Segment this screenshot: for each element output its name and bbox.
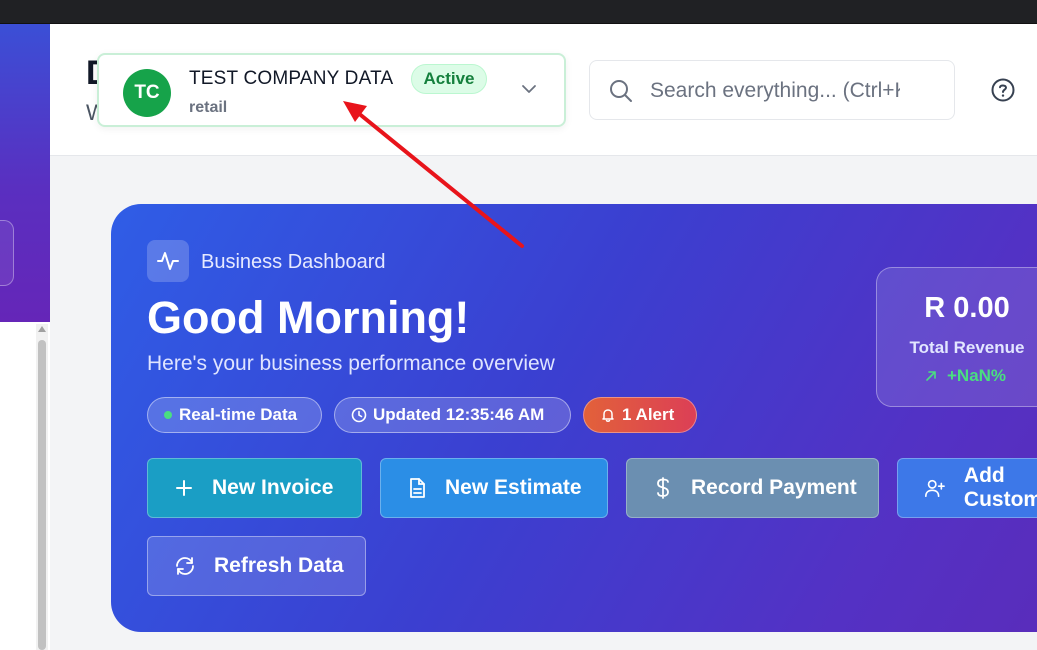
refresh-icon xyxy=(176,557,194,575)
sidebar xyxy=(0,24,50,650)
hero-eyebrow: Business Dashboard xyxy=(201,251,386,273)
help-icon[interactable] xyxy=(990,77,1016,103)
activity-icon xyxy=(147,240,189,282)
company-switcher[interactable]: TC TEST COMPANY DATA Active retail xyxy=(97,53,566,127)
record-payment-button[interactable]: Record Payment xyxy=(626,458,879,518)
realtime-badge: Real-time Data xyxy=(147,397,322,433)
alerts-label: 1 Alert xyxy=(622,405,675,424)
refresh-data-button[interactable]: Refresh Data xyxy=(147,536,366,596)
refresh-data-label: Refresh Data xyxy=(214,554,344,577)
dashboard-hero: Business Dashboard Good Morning! Here's … xyxy=(111,204,1037,632)
new-estimate-label: New Estimate xyxy=(445,476,582,499)
scroll-up-arrow-icon[interactable] xyxy=(38,326,46,332)
add-customer-button[interactable]: Add Customer xyxy=(897,458,1037,518)
trend-up-icon xyxy=(926,371,936,381)
global-search[interactable] xyxy=(589,60,955,120)
company-name: TEST COMPANY DATA xyxy=(189,68,394,89)
total-revenue-card: R 0.00 Total Revenue +NaN% xyxy=(876,267,1037,407)
updated-badge: Updated 12:35:46 AM xyxy=(334,397,571,433)
search-input[interactable] xyxy=(650,73,900,109)
company-type: retail xyxy=(189,99,228,116)
greeting-subtitle: Here's your business performance overvie… xyxy=(147,352,555,375)
add-customer-label: Add Customer xyxy=(963,464,1037,511)
alerts-badge[interactable]: 1 Alert xyxy=(583,397,697,433)
bell-icon xyxy=(602,409,614,422)
record-payment-label: Record Payment xyxy=(691,476,857,499)
plus-icon xyxy=(176,480,192,496)
company-avatar: TC xyxy=(123,69,171,117)
user-plus-icon xyxy=(925,479,945,498)
live-dot-icon xyxy=(164,411,172,419)
clock-icon xyxy=(351,407,367,423)
dollar-icon xyxy=(657,477,669,499)
browser-top-bar xyxy=(0,0,1037,24)
sidebar-collapse-tab[interactable] xyxy=(0,220,14,286)
new-estimate-button[interactable]: New Estimate xyxy=(380,458,608,518)
greeting-title: Good Morning! xyxy=(147,292,470,343)
realtime-label: Real-time Data xyxy=(179,405,298,424)
revenue-change: +NaN% xyxy=(925,366,1006,386)
file-text-icon xyxy=(410,478,425,498)
revenue-change-value: +NaN% xyxy=(947,366,1007,385)
sidebar-scrollbar-thumb[interactable] xyxy=(38,340,46,650)
new-invoice-button[interactable]: New Invoice xyxy=(147,458,362,518)
chevron-down-icon[interactable] xyxy=(519,79,539,99)
sidebar-header xyxy=(0,24,50,322)
new-invoice-label: New Invoice xyxy=(212,476,334,499)
total-revenue-value: R 0.00 xyxy=(924,292,1010,324)
search-icon xyxy=(610,80,632,102)
status-badge: Active xyxy=(411,64,487,94)
total-revenue-label: Total Revenue xyxy=(909,338,1025,357)
top-header: D W TC TEST COMPANY DATA Active retail xyxy=(50,24,1037,156)
updated-label: Updated 12:35:46 AM xyxy=(373,405,545,424)
